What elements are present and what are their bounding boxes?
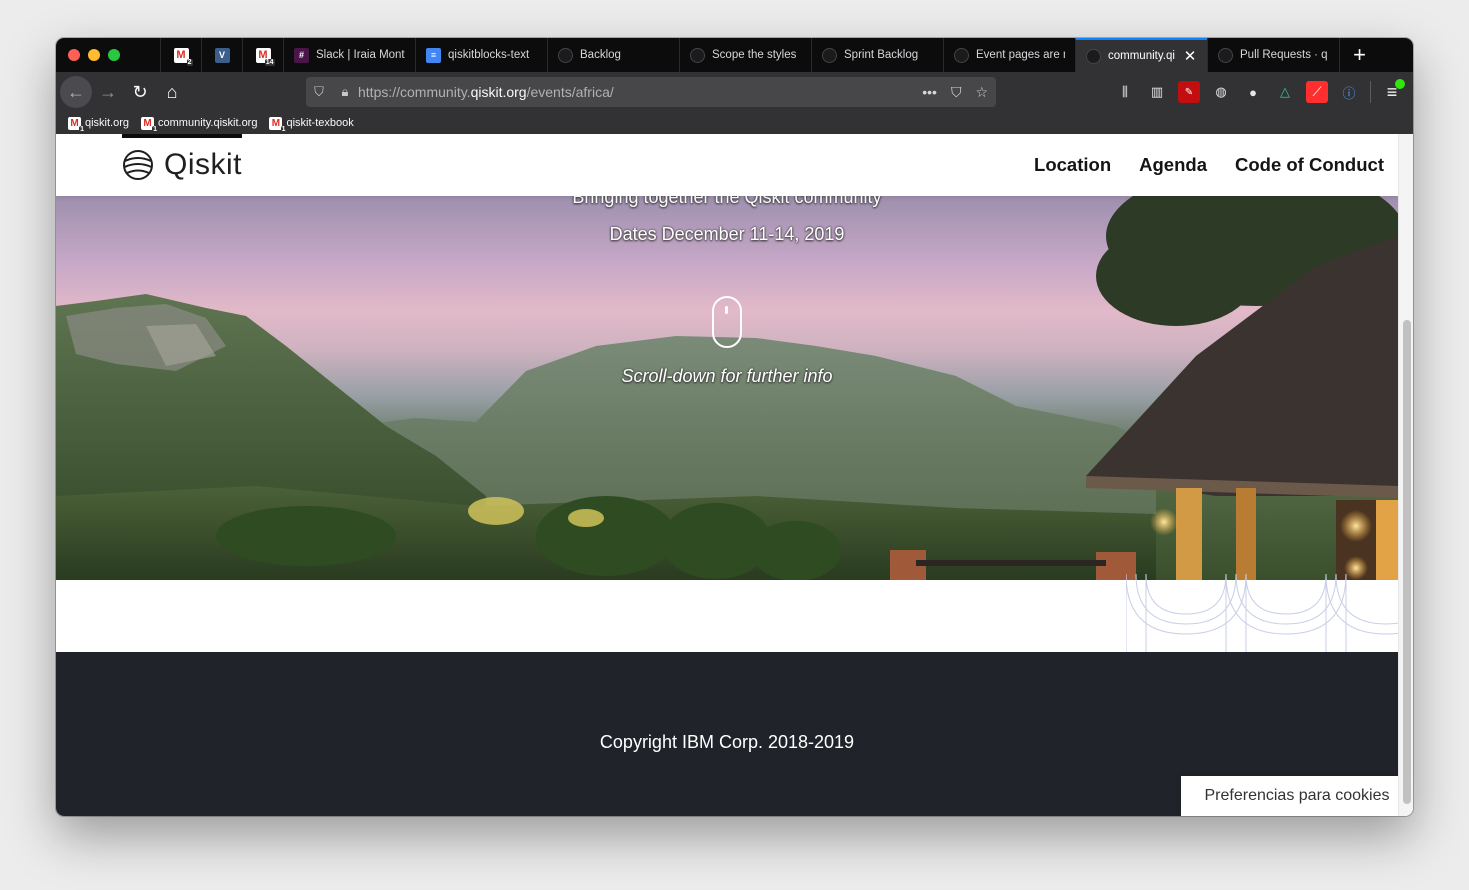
v-app-icon: V bbox=[214, 47, 230, 63]
back-button[interactable]: ← bbox=[60, 76, 92, 108]
close-tab-icon[interactable]: ✕ bbox=[1183, 47, 1197, 65]
window-controls bbox=[56, 38, 160, 72]
badge-extension-icon[interactable]: ◍ bbox=[1210, 81, 1232, 103]
pdf-extension-icon[interactable]: ✎ bbox=[1178, 81, 1200, 103]
nav-location[interactable]: Location bbox=[1034, 154, 1111, 176]
minimize-window-button[interactable] bbox=[88, 49, 100, 61]
tab-slack[interactable]: # Slack | Iraia Mont bbox=[283, 38, 415, 72]
tab-pinned-gmail-2[interactable]: M bbox=[242, 38, 283, 72]
shield-icon[interactable]: ⛉ bbox=[306, 84, 332, 100]
url-path: /events/africa/ bbox=[526, 84, 614, 100]
bookmark-label: community.qiskit.org bbox=[158, 117, 258, 129]
tab-sprint-backlog[interactable]: Sprint Backlog bbox=[811, 38, 943, 72]
url-prefix: https://community. bbox=[358, 84, 471, 100]
gmail-icon: M bbox=[68, 116, 86, 133]
sidebar-icon[interactable]: ▥ bbox=[1146, 81, 1168, 103]
tab-pull-requests[interactable]: Pull Requests · q bbox=[1207, 38, 1339, 72]
password-manager-icon[interactable]: ⓘ bbox=[1338, 81, 1360, 103]
qiskit-globe-icon bbox=[123, 150, 153, 180]
tab-google-docs[interactable]: ≡ qiskitblocks-text bbox=[415, 38, 547, 72]
account-icon[interactable]: ● bbox=[1242, 81, 1264, 103]
github-icon bbox=[558, 47, 573, 63]
navigation-toolbar: ← → ↻ ⌂ ⛉ 🔒︎ https://community. qiskit.or… bbox=[56, 72, 1413, 112]
nav-agenda[interactable]: Agenda bbox=[1139, 154, 1207, 176]
gmail-icon: M bbox=[173, 47, 193, 66]
gmail-icon: M bbox=[269, 116, 287, 133]
vue-devtools-icon[interactable]: △ bbox=[1274, 81, 1296, 103]
toolbar-separator bbox=[1370, 81, 1371, 103]
tab-label: Pull Requests · q bbox=[1240, 49, 1328, 61]
tab-label: Backlog bbox=[580, 49, 621, 61]
close-window-button[interactable] bbox=[68, 49, 80, 61]
tab-backlog[interactable]: Backlog bbox=[547, 38, 679, 72]
qiskit-logo-link[interactable]: Qiskit bbox=[122, 134, 242, 196]
new-tab-button[interactable]: + bbox=[1339, 38, 1379, 72]
tab-label: Event pages are r bbox=[976, 49, 1065, 61]
docs-icon: ≡ bbox=[426, 47, 441, 63]
tab-pinned-gmail-1[interactable]: M bbox=[160, 38, 201, 72]
landscape-image bbox=[56, 196, 1398, 580]
copyright-text: Copyright IBM Corp. 2018-2019 bbox=[599, 732, 855, 752]
bookmark-star-icon[interactable]: ☆ bbox=[975, 84, 988, 101]
gmail-icon: M bbox=[255, 47, 275, 66]
red-extension-icon[interactable]: ⟋ bbox=[1306, 81, 1328, 103]
gmail-icon: M bbox=[141, 116, 159, 133]
browser-window: M V M # Slack | Iraia Mont ≡ qiskitblock… bbox=[56, 38, 1413, 816]
lock-icon[interactable]: 🔒︎ bbox=[332, 84, 358, 100]
decorative-arcs-graphic bbox=[1126, 574, 1398, 652]
page-viewport: Qiskit Location Agenda Code of Conduct B… bbox=[56, 134, 1398, 816]
bookmark-community-qiskit[interactable]: M community.qiskit.org bbox=[141, 116, 258, 133]
reload-button[interactable]: ↻ bbox=[124, 76, 156, 108]
hamburger-menu-icon[interactable]: ≡ bbox=[1381, 79, 1405, 103]
github-icon bbox=[1218, 47, 1233, 63]
extensions-toolbar: ⫼ ▥ ✎ ◍ ● △ ⟋ ⓘ ≡ bbox=[1114, 72, 1413, 112]
bookmark-label: qiskit-texbook bbox=[286, 117, 354, 129]
url-actions: ••• ⛉ ☆ bbox=[922, 84, 988, 101]
github-icon bbox=[690, 47, 705, 63]
hero-banner: Bringing together the Qiskit community D… bbox=[56, 196, 1398, 580]
page-actions-icon[interactable]: ••• bbox=[922, 84, 937, 101]
tab-label: community.qi bbox=[1108, 50, 1175, 62]
logo-text: Qiskit bbox=[164, 148, 242, 181]
cookie-preferences-button[interactable]: Preferencias para cookies bbox=[1181, 776, 1398, 816]
bookmarks-toolbar: M qiskit.org M community.qiskit.org M qi… bbox=[56, 112, 1413, 134]
mouse-scroll-icon bbox=[712, 296, 742, 348]
library-icon[interactable]: ⫼ bbox=[1114, 81, 1136, 103]
nav-code-of-conduct[interactable]: Code of Conduct bbox=[1235, 154, 1384, 176]
url-host: qiskit.org bbox=[470, 84, 527, 100]
tab-pinned-v[interactable]: V bbox=[201, 38, 242, 72]
qiskit-icon bbox=[1086, 48, 1101, 64]
hero-subtitle: Bringing together the Qiskit community bbox=[572, 196, 882, 207]
home-button[interactable]: ⌂ bbox=[156, 76, 188, 108]
bookmark-qiskit-org[interactable]: M qiskit.org bbox=[68, 116, 130, 133]
bookmark-label: qiskit.org bbox=[85, 117, 130, 129]
url-bar[interactable]: ⛉ 🔒︎ https://community. qiskit.org/events… bbox=[306, 77, 996, 107]
site-header: Qiskit Location Agenda Code of Conduct bbox=[56, 134, 1398, 196]
github-icon bbox=[822, 47, 837, 63]
tab-event-pages[interactable]: Event pages are r bbox=[943, 38, 1075, 72]
slack-icon: # bbox=[294, 47, 309, 63]
scrollbar-thumb[interactable] bbox=[1403, 320, 1411, 804]
tab-community-qiskit[interactable]: community.qi ✕ bbox=[1075, 38, 1207, 72]
tab-scope-styles[interactable]: Scope the styles bbox=[679, 38, 811, 72]
scroll-hint: Scroll-down for further info bbox=[621, 366, 833, 386]
page-scrollbar[interactable] bbox=[1398, 134, 1413, 816]
tab-label: Scope the styles bbox=[712, 49, 797, 61]
github-icon bbox=[954, 47, 969, 63]
pocket-icon[interactable]: ⛉ bbox=[951, 84, 962, 101]
hero-dates: Dates December 11-14, 2019 bbox=[609, 224, 845, 244]
tab-label: Sprint Backlog bbox=[844, 49, 919, 61]
tab-strip: M V M # Slack | Iraia Mont ≡ qiskitblock… bbox=[56, 38, 1413, 72]
site-nav: Location Agenda Code of Conduct bbox=[1034, 134, 1384, 196]
tab-label: Slack | Iraia Mont bbox=[316, 49, 405, 61]
zoom-window-button[interactable] bbox=[108, 49, 120, 61]
tab-label: qiskitblocks-text bbox=[448, 49, 530, 61]
bookmark-qiskit-texbook[interactable]: M qiskit-texbook bbox=[269, 116, 354, 133]
forward-button[interactable]: → bbox=[92, 76, 124, 108]
